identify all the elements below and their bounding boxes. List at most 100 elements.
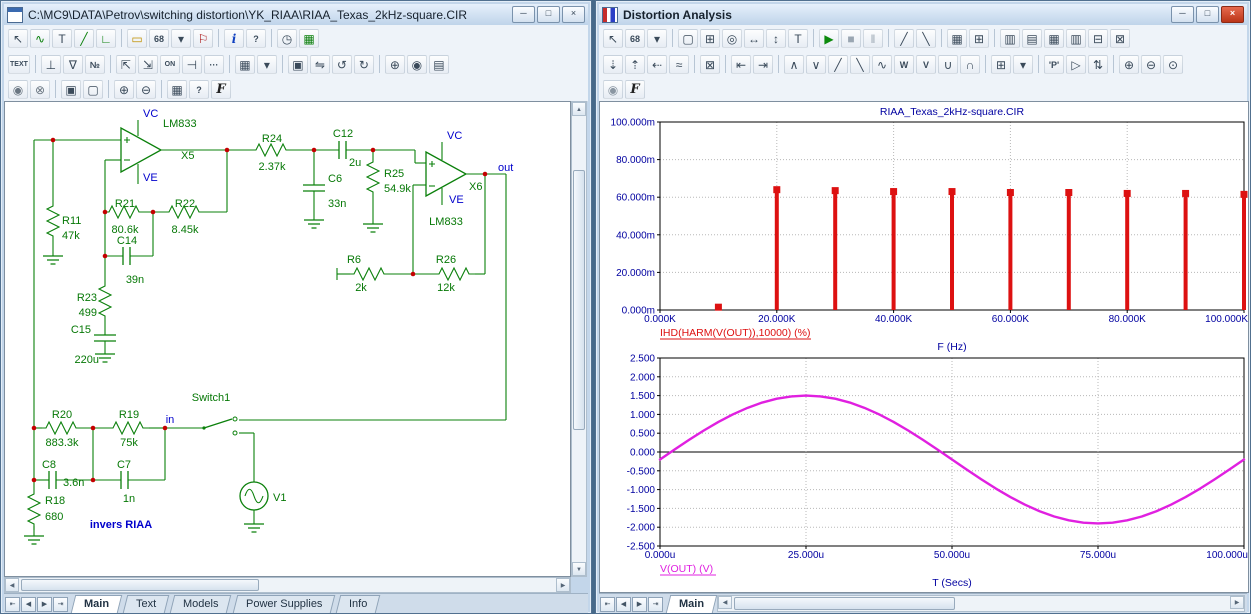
watch-button[interactable]: ▷	[1066, 55, 1086, 74]
vertical-probe[interactable]: ⇡	[625, 55, 645, 74]
font-button[interactable]: F	[211, 80, 231, 99]
component-label[interactable]: LM833	[429, 216, 463, 228]
analysis-plot-area[interactable]: 0.000m20.000m40.000m60.000m80.000m100.00…	[599, 101, 1249, 593]
component-label[interactable]: LM833	[163, 118, 197, 130]
fall-button[interactable]: ╲	[850, 55, 870, 74]
node-label[interactable]: VC	[447, 130, 462, 142]
schematic-drawing[interactable]: VCLM833X5VER1147kR2180.6kR228.45kC1439nR…	[5, 102, 570, 576]
swap-axes[interactable]: ⇅	[1088, 55, 1108, 74]
node-label[interactable]: VC	[143, 108, 158, 120]
prev-tab-button[interactable]: ◀	[21, 597, 36, 612]
node-label[interactable]: VE	[449, 194, 464, 206]
waveform-button[interactable]: ∿	[872, 55, 892, 74]
component-label[interactable]: 680	[45, 511, 63, 523]
node-label[interactable]: in	[166, 414, 175, 426]
close-button[interactable]: ×	[1221, 6, 1244, 23]
component-label[interactable]: 75k	[120, 437, 138, 449]
component-label[interactable]: C8	[42, 459, 56, 471]
component-label[interactable]: R18	[45, 495, 65, 507]
capacitor-symbol[interactable]	[49, 471, 56, 489]
tab-main[interactable]: Main	[666, 595, 718, 613]
next-tab-button[interactable]: ▶	[632, 597, 647, 612]
opamp-symbol[interactable]	[121, 128, 161, 172]
horizontal-probe[interactable]: ⇠	[647, 55, 667, 74]
tab-info[interactable]: Info	[336, 595, 381, 613]
pcb-button[interactable]: ▦	[299, 29, 319, 48]
stop-button[interactable]: ■	[841, 29, 861, 48]
vertical-scroll-track[interactable]	[572, 116, 586, 562]
last-tab-button[interactable]: ⇥	[648, 597, 663, 612]
horizontal-scroll-track[interactable]	[19, 578, 556, 592]
more-button[interactable]: ···	[204, 55, 224, 74]
component-label[interactable]: R23	[77, 292, 97, 304]
capacitor-symbol[interactable]	[123, 247, 130, 265]
bring-front-button[interactable]: ⇱	[116, 55, 136, 74]
find-button[interactable]: ◉	[407, 55, 427, 74]
component-label[interactable]: 33n	[328, 198, 346, 210]
envelope-top-button[interactable]: ∪	[938, 55, 958, 74]
minimize-button[interactable]: ─	[1171, 6, 1194, 23]
resistor-symbol[interactable]	[42, 422, 82, 434]
resistor-symbol[interactable]	[109, 422, 149, 434]
switch-contact[interactable]	[233, 417, 237, 421]
plot-properties[interactable]: ⊞	[991, 55, 1011, 74]
copy-button[interactable]: ▣	[61, 80, 81, 99]
scroll-up-icon[interactable]: ▲	[572, 102, 586, 116]
smoothing-tool[interactable]: ≈	[669, 55, 689, 74]
font-button[interactable]: F	[625, 80, 645, 99]
node-label[interactable]: invers RIAA	[90, 519, 152, 531]
component-dropdown[interactable]: ▾	[647, 29, 667, 48]
component-label[interactable]: 883.3k	[45, 437, 79, 449]
select-tool[interactable]: ↖	[8, 29, 28, 48]
component-label[interactable]: R19	[119, 409, 139, 421]
resistor-symbol[interactable]	[367, 158, 379, 198]
plot-horizontal-scrollbar[interactable]: ◀▶	[717, 595, 1245, 612]
pause-button[interactable]: ‖	[863, 29, 883, 48]
component-label[interactable]: 12k	[437, 282, 455, 294]
animate-probe[interactable]: ⇣	[603, 55, 623, 74]
component-label[interactable]: R22	[175, 198, 195, 210]
scroll-down-icon[interactable]: ▼	[572, 562, 586, 576]
line-tool[interactable]: ╱	[74, 29, 94, 48]
ground-symbol[interactable]	[304, 220, 324, 228]
tab-power-supplies[interactable]: Power Supplies	[232, 595, 335, 613]
resistor-symbol[interactable]	[252, 144, 292, 156]
component-dropdown[interactable]: ▾	[171, 29, 191, 48]
zoom-out-button[interactable]: ⊖	[136, 80, 156, 99]
capacitor-symbol[interactable]	[121, 471, 128, 489]
component-label[interactable]: R25	[384, 168, 404, 180]
component-label[interactable]: 2.37k	[259, 161, 286, 173]
component-label[interactable]: C15	[71, 324, 91, 336]
component-label[interactable]: 3.6n	[63, 477, 84, 489]
scroll-right-icon[interactable]: ▶	[1230, 596, 1244, 609]
valley-button[interactable]: ∨	[806, 55, 826, 74]
split-plot[interactable]: ⊠	[1110, 29, 1130, 48]
power-toggle[interactable]: ON	[160, 55, 180, 74]
switch-contact[interactable]	[233, 431, 237, 435]
close-button[interactable]: ×	[562, 6, 585, 23]
minimize-button[interactable]: ─	[512, 6, 535, 23]
schematic-canvas[interactable]: VCLM833X5VER1147kR2180.6kR228.45kC1439nR…	[4, 101, 571, 577]
plot-layout-4[interactable]: ▥	[1066, 29, 1086, 48]
wire-tool[interactable]: ∿	[30, 29, 50, 48]
scroll-thumb[interactable]	[734, 597, 955, 610]
component-label[interactable]: C7	[117, 459, 131, 471]
vertical-scrollbar[interactable]: ▲ ▼	[571, 101, 587, 577]
resistor-symbol[interactable]	[47, 202, 59, 242]
component-label[interactable]: 8.45k	[172, 224, 199, 236]
zoom-out-button[interactable]: ⊖	[1141, 55, 1161, 74]
peak-button[interactable]: ∧	[784, 55, 804, 74]
maximize-button[interactable]: □	[537, 6, 560, 23]
polyline-tool[interactable]: ╲	[916, 29, 936, 48]
analysis-charts[interactable]: 0.000m20.000m40.000m60.000m80.000m100.00…	[600, 102, 1248, 592]
component-label[interactable]: 499	[79, 307, 97, 319]
properties-dropdown[interactable]: ▾	[1013, 55, 1033, 74]
snapshot-button[interactable]: ▦	[167, 80, 187, 99]
component-label[interactable]: C14	[117, 235, 137, 247]
analysis-titlebar[interactable]: Distortion Analysis ─ □ ×	[599, 4, 1247, 25]
capacitor-symbol[interactable]	[94, 335, 116, 341]
text-tool[interactable]: T	[52, 29, 72, 48]
component-search[interactable]: 68	[149, 29, 169, 48]
node-numbers-toggle[interactable]: №	[85, 55, 105, 74]
legend-label[interactable]: IHD(HARM(V(OUT)),10000) (%)	[660, 327, 811, 339]
